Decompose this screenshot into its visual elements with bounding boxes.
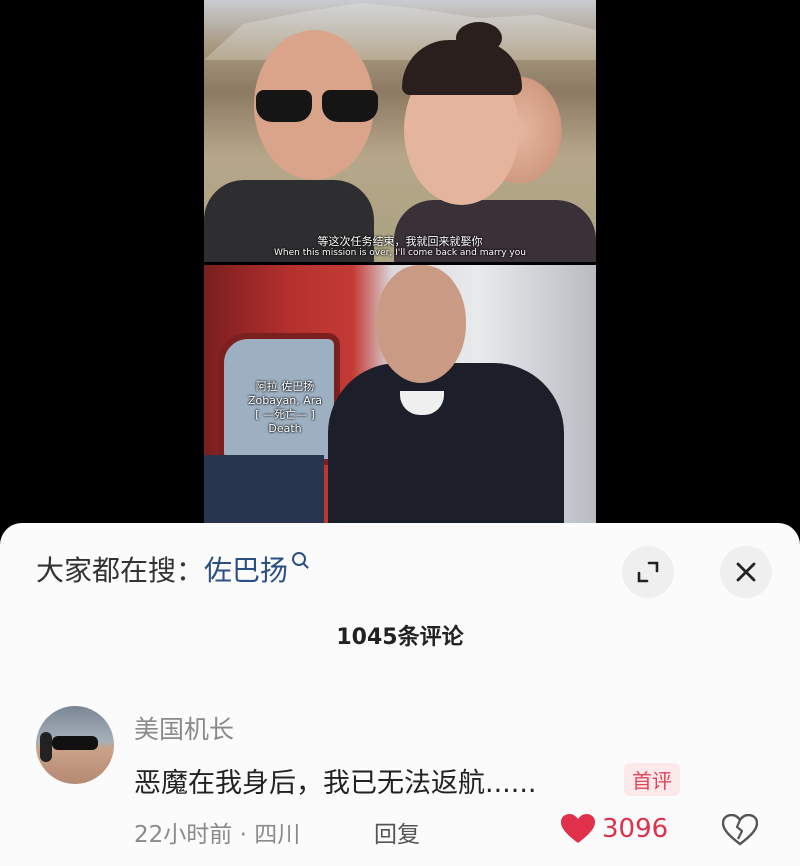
trending-search-prefix: 大家都在搜： [36,554,205,587]
subtitle-english: When this mission is over, I'll come bac… [274,248,526,258]
heart-icon [561,814,595,843]
avatar-sunglasses [52,736,98,750]
dislike-button[interactable] [721,813,759,850]
death-caption: 阿拉 佐巴扬 Zobayan, Ara [ —死亡— ] Death [248,380,322,436]
caption-status-en: Death [268,422,302,435]
comment-sheet: 大家都在搜：佐巴扬 1045条评论 美国机长 恶魔在我身后，我已无法返航....… [0,523,800,866]
reply-button[interactable]: 回复 [374,815,420,849]
video-frame-pilot: 阿拉 佐巴扬 Zobayan, Ara [ —死亡— ] Death [204,265,596,523]
pilot-shirt [328,363,564,523]
trending-search-term[interactable]: 佐巴扬 [204,554,288,587]
comment-time-location: 22小时前 · 四川 [134,822,301,848]
comment-count: 1045条评论 [336,625,464,650]
sunglasses [256,90,380,124]
close-button[interactable] [720,546,772,598]
like-button[interactable]: 3096 [560,813,668,845]
headset [40,732,52,762]
expand-icon [637,561,659,583]
hair-bun [456,22,502,54]
close-icon [736,562,756,582]
avatar[interactable] [36,706,114,784]
subtitle-chinese: 等这次任务结束，我就回来就娶你 [317,235,483,248]
broken-heart-icon [721,813,759,846]
pilot-head [376,265,466,383]
caption-name-en: Zobayan, Ara [248,394,322,407]
video-player[interactable]: 等这次任务结束，我就回来就娶你 When this mission is ove… [0,0,800,525]
helicopter-body [204,455,324,523]
comment-username[interactable]: 美国机长 [134,710,234,746]
caption-name-cn: 阿拉 佐巴扬 [255,380,315,393]
caption-status-cn: [ —死亡— ] [255,408,315,421]
search-icon [292,552,307,566]
trending-search[interactable]: 大家都在搜：佐巴扬 [36,552,307,589]
like-count: 3096 [602,814,669,844]
video-frame-couple: 等这次任务结束，我就回来就娶你 When this mission is ove… [204,0,596,262]
first-comment-badge: 首评 [624,763,680,796]
expand-button[interactable] [622,546,674,598]
comment-text[interactable]: 恶魔在我身后，我已无法返航...... [134,761,537,800]
